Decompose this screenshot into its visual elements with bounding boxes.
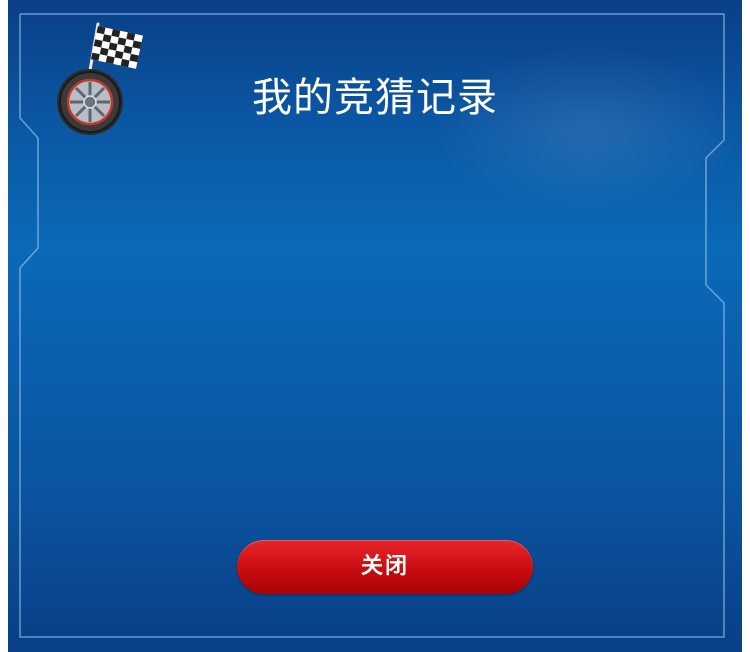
close-button[interactable]: 关闭	[237, 540, 533, 594]
dialog-title: 我的竞猜记录	[252, 75, 498, 121]
guess-record-dialog: 我的竞猜记录 关闭	[8, 0, 742, 652]
